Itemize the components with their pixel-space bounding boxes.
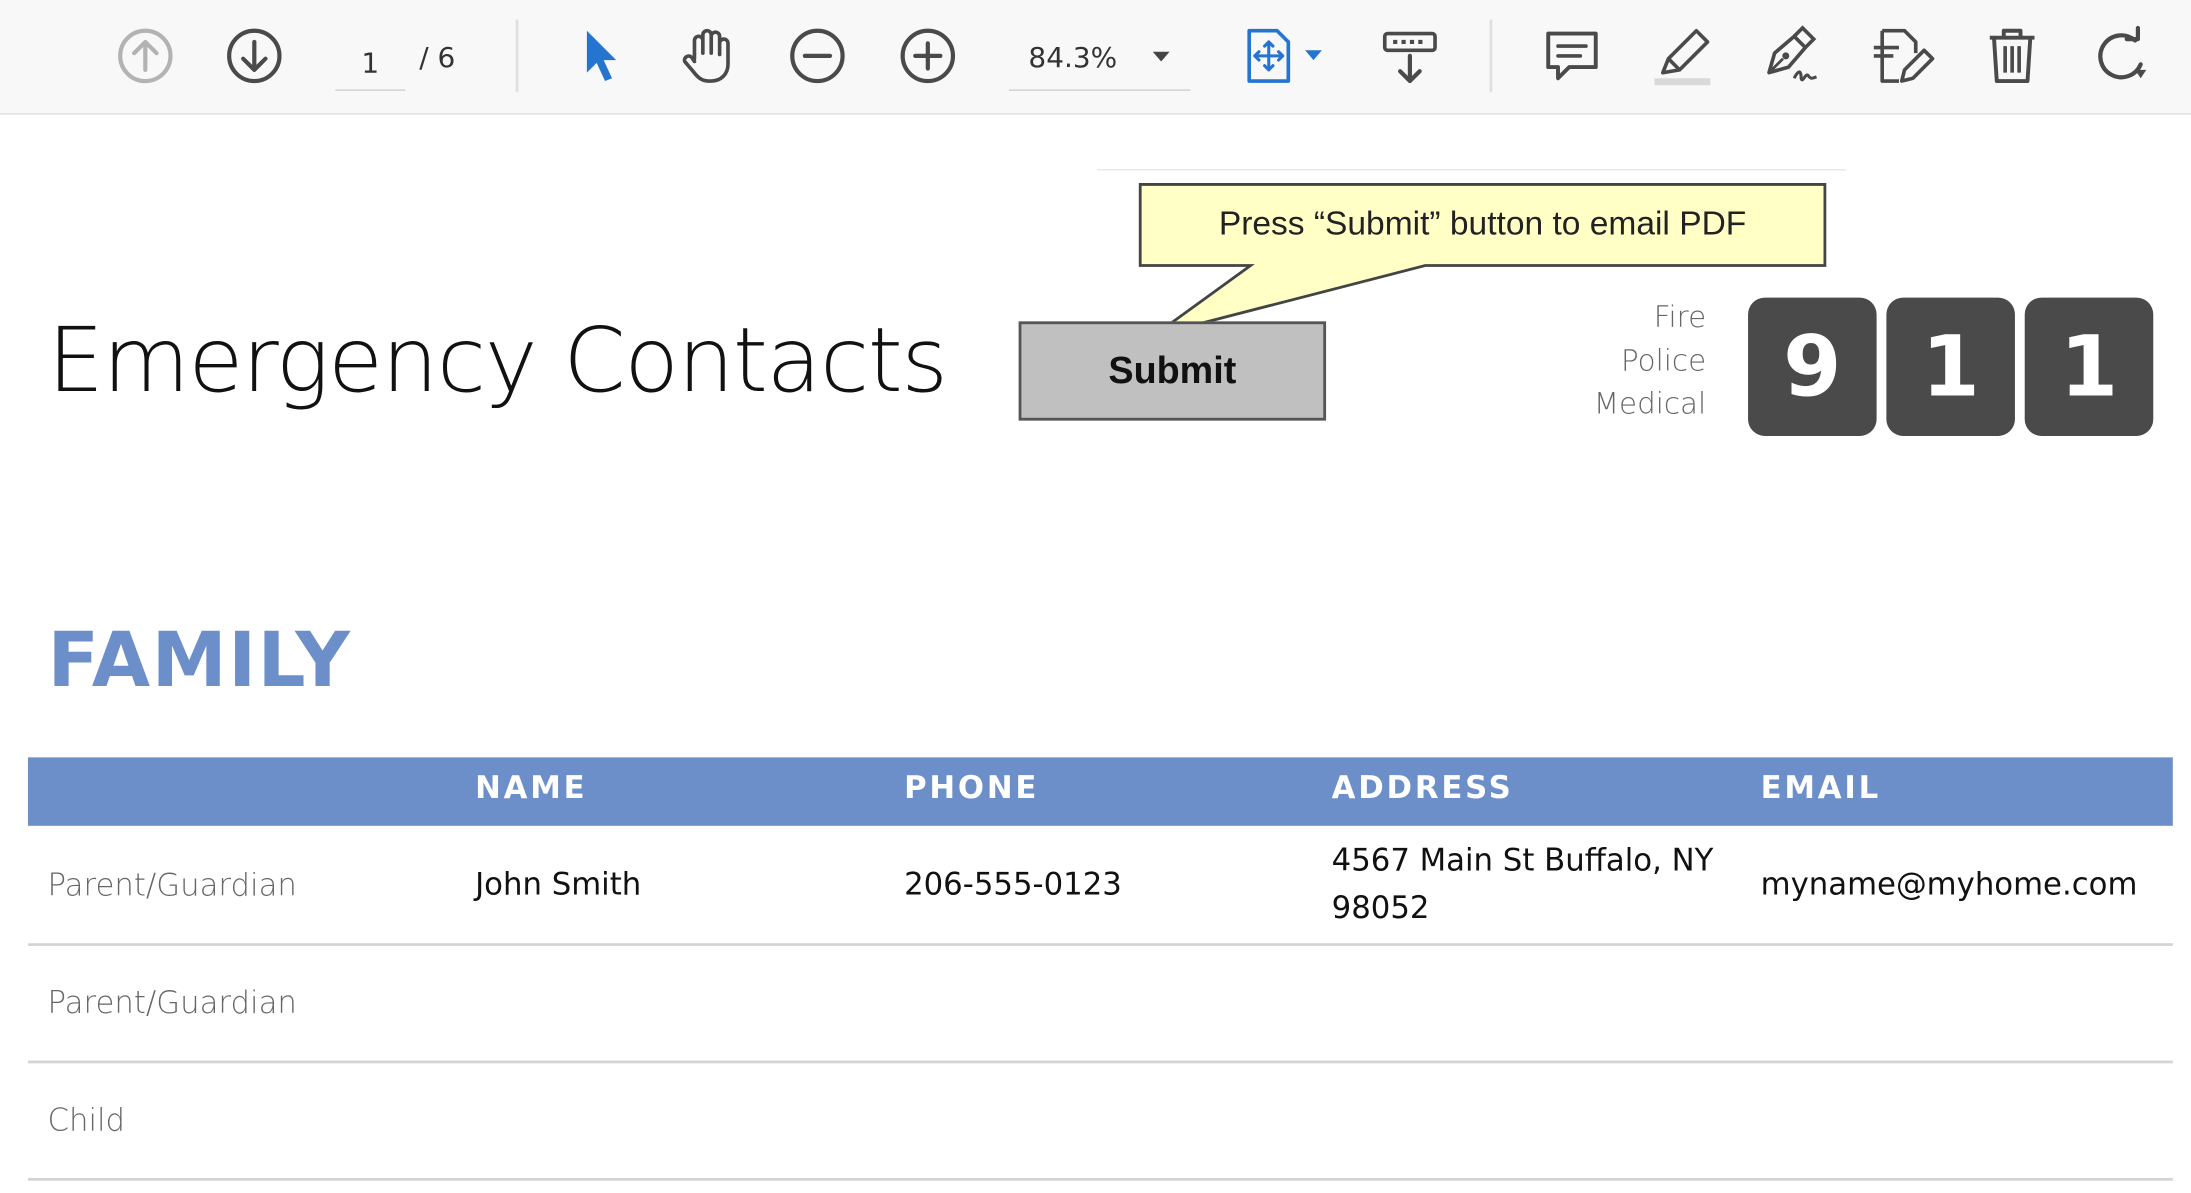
row-divider <box>27 943 2173 946</box>
previous-page-icon[interactable] <box>112 22 179 89</box>
email-field[interactable]: myname@myhome.com <box>1761 862 2138 910</box>
address-field-line1[interactable]: 4567 Main St Buffalo, NY <box>1332 838 1714 886</box>
select-arrow-icon[interactable] <box>566 22 633 89</box>
hand-tool-icon[interactable] <box>675 22 742 89</box>
toolbar-divider <box>515 19 519 93</box>
table-header: NAME PHONE ADDRESS EMAIL <box>27 757 2173 826</box>
scroll-mode-icon[interactable] <box>1376 22 1443 89</box>
edit-pdf-icon[interactable] <box>1868 22 1935 89</box>
row-label: Parent/Guardian <box>47 869 297 905</box>
toolbar-divider <box>1489 19 1493 93</box>
comment-icon[interactable] <box>1538 22 1605 89</box>
service-medical-label: Medical <box>1593 387 1707 421</box>
section-title-family: FAMILY <box>47 616 352 705</box>
row-label: Child <box>47 1103 126 1139</box>
zoom-in-icon[interactable] <box>894 22 961 89</box>
phone-field[interactable]: 206-555-0123 <box>904 862 1122 910</box>
column-header-email: EMAIL <box>1760 771 1882 807</box>
row-divider <box>27 1060 2173 1064</box>
emergency-digit-tile: 9 <box>1748 297 1877 436</box>
row-label: Parent/Guardian <box>47 986 297 1022</box>
service-fire-label: Fire <box>1653 300 1707 334</box>
zoom-out-icon[interactable] <box>784 22 851 89</box>
page-rule <box>1096 169 1846 171</box>
page-title: Emergency Contacts <box>47 310 948 414</box>
address-field-line2[interactable]: 98052 <box>1332 886 1430 934</box>
highlight-icon[interactable] <box>1649 22 1716 89</box>
emergency-digit-tile: 1 <box>2024 297 2154 436</box>
zoom-level-dropdown[interactable]: 84.3% <box>1008 34 1191 91</box>
column-header-address: ADDRESS <box>1331 771 1514 807</box>
fit-page-icon[interactable] <box>1238 22 1327 89</box>
zoom-level-value: 84.3% <box>1028 40 1118 75</box>
name-field[interactable]: John Smith <box>475 862 641 910</box>
sign-icon[interactable] <box>1758 22 1825 89</box>
service-police-label: Police <box>1621 343 1707 378</box>
page-total-label: / 6 <box>419 40 456 75</box>
rotate-icon[interactable] <box>2088 22 2155 89</box>
emergency-digit-tile: 1 <box>1886 297 2015 436</box>
column-header-phone: PHONE <box>904 771 1040 807</box>
delete-icon[interactable] <box>1979 22 2046 89</box>
column-header-name: NAME <box>475 771 588 807</box>
callout-text: Press “Submit” button to email PDF <box>1218 205 1747 244</box>
page-number-input[interactable] <box>335 36 406 91</box>
chevron-down-icon <box>1152 51 1170 62</box>
next-page-icon[interactable] <box>221 22 288 89</box>
submit-button[interactable]: Submit <box>1018 321 1327 421</box>
row-divider <box>27 1177 2173 1181</box>
pdf-toolbar: / 6 84.3% <box>0 0 2191 115</box>
